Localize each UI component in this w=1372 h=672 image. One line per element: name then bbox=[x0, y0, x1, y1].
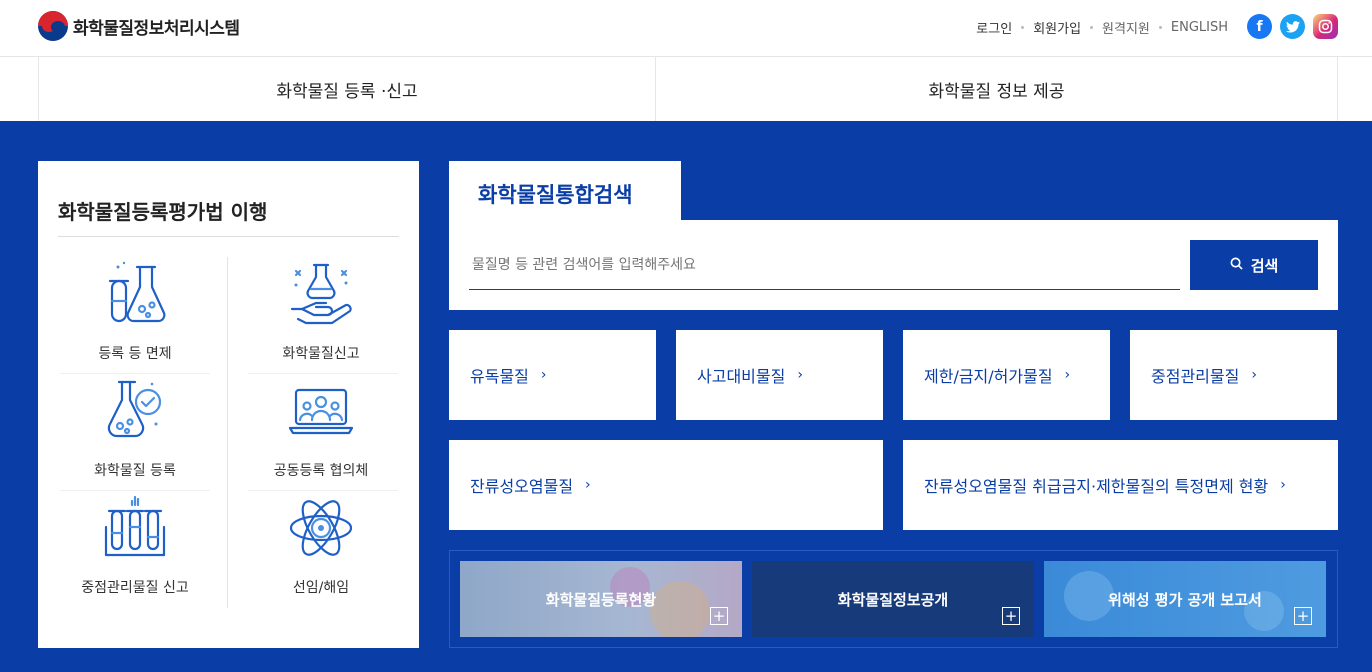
law-item-appointment[interactable]: 선임/해임 bbox=[241, 493, 401, 610]
banner-label: 위해성 평가 공개 보고서 bbox=[1108, 590, 1262, 609]
flask-check-icon bbox=[100, 376, 170, 446]
twitter-icon[interactable] bbox=[1280, 14, 1305, 39]
laptop-group-icon bbox=[286, 376, 356, 446]
separator-dot bbox=[1090, 26, 1094, 29]
law-item-label: 화학물질 등록 bbox=[94, 463, 176, 479]
main-nav: 화학물질 등록 ·신고 화학물질 정보 제공 bbox=[0, 57, 1372, 121]
category-label: 잔류성오염물질 bbox=[470, 477, 574, 496]
chevron-right-icon: › bbox=[1251, 367, 1257, 383]
plus-icon: + bbox=[1002, 607, 1020, 625]
law-item-chemical-registration[interactable]: 화학물질 등록 bbox=[55, 376, 215, 493]
site-title: 화학물질정보처리시스템 bbox=[73, 18, 240, 39]
category-priority-managed[interactable]: 중점관리물질 › bbox=[1130, 330, 1337, 420]
law-implementation-panel: 화학물질등록평가법 이행 등록 등 면제 화학물질신고 화학물질 등록 공동등록… bbox=[38, 161, 419, 648]
category-label: 중점관리물질 bbox=[1151, 367, 1240, 386]
signup-link[interactable]: 회원가입 bbox=[1033, 18, 1081, 37]
category-accident-prep[interactable]: 사고대비물질 › bbox=[676, 330, 883, 420]
search-icon bbox=[1230, 256, 1243, 274]
law-item-exemption[interactable]: 등록 등 면제 bbox=[55, 259, 215, 376]
law-item-label: 공동등록 협의체 bbox=[273, 463, 369, 479]
category-label: 사고대비물질 bbox=[697, 367, 786, 386]
banner-label: 화학물질등록현황 bbox=[545, 590, 657, 609]
english-link[interactable]: ENGLISH bbox=[1171, 20, 1228, 35]
category-restricted[interactable]: 제한/금지/허가물질 › bbox=[903, 330, 1110, 420]
flask-tubes-icon bbox=[100, 259, 170, 329]
search-input[interactable] bbox=[469, 240, 1180, 290]
search-button-label: 검색 bbox=[1250, 256, 1279, 275]
panel-title: 화학물질등록평가법 이행 bbox=[58, 200, 268, 224]
separator-dot bbox=[1021, 26, 1025, 29]
main-content: 화학물질등록평가법 이행 등록 등 면제 화학물질신고 화학물질 등록 공동등록… bbox=[0, 121, 1372, 672]
law-item-label: 화학물질신고 bbox=[282, 346, 360, 362]
social-links: f bbox=[1247, 14, 1338, 39]
plus-icon: + bbox=[1294, 607, 1312, 625]
chevron-right-icon: › bbox=[797, 367, 803, 383]
hand-flask-icon bbox=[286, 259, 356, 329]
chevron-right-icon: › bbox=[585, 477, 591, 493]
banner-information-disclosure[interactable]: 화학물질정보공개 + bbox=[752, 561, 1034, 637]
utility-nav: 로그인 회원가입 원격지원 ENGLISH bbox=[976, 18, 1228, 37]
facebook-icon[interactable]: f bbox=[1247, 14, 1272, 39]
law-item-priority-substance[interactable]: 중점관리물질 신고 bbox=[55, 493, 215, 610]
taegeuk-logo-icon bbox=[38, 11, 68, 41]
law-item-label: 등록 등 면제 bbox=[98, 346, 172, 362]
law-item-chemical-report[interactable]: 화학물질신고 bbox=[241, 259, 401, 376]
test-tubes-icon bbox=[100, 493, 170, 563]
separator-dot bbox=[1158, 26, 1162, 29]
chevron-right-icon: › bbox=[1064, 367, 1071, 383]
row-separator bbox=[60, 490, 210, 491]
category-toxic[interactable]: 유독물질 › bbox=[449, 330, 656, 420]
search-button[interactable]: 검색 bbox=[1190, 240, 1318, 290]
law-item-label: 중점관리물질 신고 bbox=[81, 580, 189, 596]
quick-banner-group: 화학물질등록현황 + 화학물질정보공개 + 위해성 평가 공개 보고서 + bbox=[449, 550, 1338, 648]
atom-icon bbox=[286, 493, 356, 563]
search-box: 검색 bbox=[449, 220, 1338, 310]
category-label: 제한/금지/허가물질 bbox=[924, 367, 1053, 386]
banner-label: 화학물질정보공개 bbox=[837, 590, 949, 609]
category-label: 유독물질 bbox=[470, 367, 529, 386]
column-divider bbox=[227, 257, 228, 608]
plus-icon: + bbox=[710, 607, 728, 625]
row-separator bbox=[248, 373, 398, 374]
category-pops[interactable]: 잔류성오염물질 › bbox=[449, 440, 883, 530]
banner-registration-status[interactable]: 화학물질등록현황 + bbox=[460, 561, 742, 637]
chevron-right-icon: › bbox=[540, 367, 547, 383]
nav-registration-report[interactable]: 화학물질 등록 ·신고 bbox=[38, 57, 655, 121]
site-logo[interactable]: 화학물질정보처리시스템 bbox=[38, 11, 240, 41]
category-pops-exemption[interactable]: 잔류성오염물질 취급금지·제한물질의 특정면제 현황 › bbox=[903, 440, 1338, 530]
remote-support-link[interactable]: 원격지원 bbox=[1102, 18, 1150, 37]
site-header: 화학물질정보처리시스템 로그인 회원가입 원격지원 ENGLISH f bbox=[0, 0, 1372, 57]
divider bbox=[58, 236, 399, 237]
integrated-search-tab[interactable]: 화학물질통합검색 bbox=[449, 161, 681, 221]
search-tab-label: 화학물질통합검색 bbox=[478, 183, 633, 207]
law-item-label: 선임/해임 bbox=[292, 580, 350, 596]
login-link[interactable]: 로그인 bbox=[976, 18, 1012, 37]
instagram-icon[interactable] bbox=[1313, 14, 1338, 39]
category-label: 잔류성오염물질 취급금지·제한물질의 특정면제 현황 bbox=[924, 477, 1269, 496]
row-separator bbox=[248, 490, 398, 491]
chevron-right-icon: › bbox=[1280, 477, 1286, 493]
banner-risk-assessment-report[interactable]: 위해성 평가 공개 보고서 + bbox=[1044, 561, 1326, 637]
row-separator bbox=[60, 373, 210, 374]
nav-information-provision[interactable]: 화학물질 정보 제공 bbox=[655, 57, 1338, 121]
law-item-joint-registration[interactable]: 공동등록 협의체 bbox=[241, 376, 401, 493]
